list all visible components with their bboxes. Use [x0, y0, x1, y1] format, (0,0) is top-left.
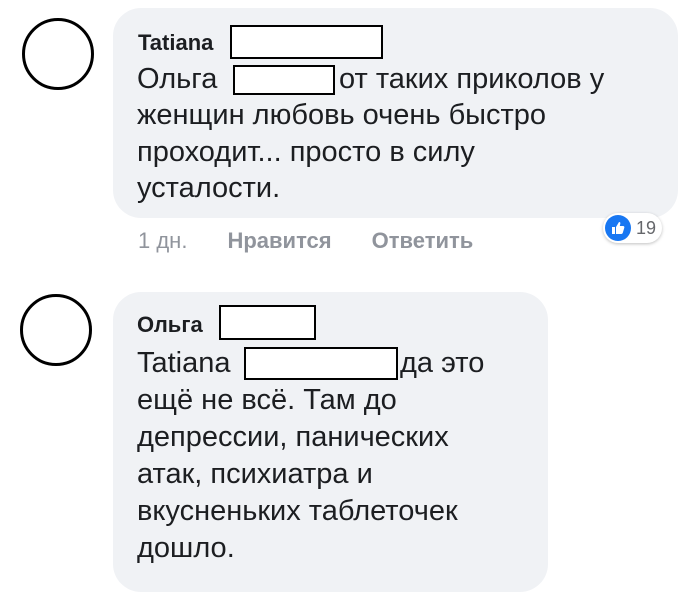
comment-text-line: атак, психиатра и [137, 458, 373, 490]
comment-text-line: ещё не всё. Там до [137, 384, 397, 416]
reply-button[interactable]: Ответить [372, 228, 474, 253]
redacted-surname [219, 305, 316, 340]
comment-text-line: от таких приколов у [339, 63, 605, 95]
redacted-mention-name [233, 65, 335, 95]
thumbs-up-icon [605, 215, 631, 241]
comment-text-line: дошло. [137, 532, 235, 564]
comment-text-line: женщин любовь очень быстро [137, 99, 547, 131]
redacted-surname [230, 25, 383, 59]
reaction-count: 19 [636, 217, 657, 238]
avatar[interactable] [22, 18, 94, 90]
comment-bubble: Ольга Tatiana да это ещё не всё. Там до … [113, 292, 548, 592]
comment-text-line: усталости. [137, 172, 281, 204]
comment-author[interactable]: Tatiana [138, 30, 213, 56]
comment-text-line: депрессии, панических [137, 421, 449, 453]
comment-text-line: Tatiana [137, 347, 231, 379]
comment-text-line: да это [400, 347, 485, 379]
avatar[interactable] [20, 294, 92, 366]
reaction-summary[interactable]: 19 [603, 213, 663, 243]
comment-text-line: Ольга [137, 63, 218, 95]
comment-bubble: Tatiana Ольга от таких приколов у женщин… [113, 8, 678, 218]
comment-author[interactable]: Ольга [137, 312, 203, 338]
comment-text-line: вкусненьких таблеточек [137, 495, 458, 527]
comment-timestamp[interactable]: 1 дн. [138, 228, 187, 253]
redacted-mention-name [244, 347, 398, 380]
comment-text-line: проходит... просто в силу [137, 136, 475, 168]
comment-actions: 1 дн. Нравится Ответить [138, 228, 513, 254]
like-button[interactable]: Нравится [227, 228, 331, 253]
